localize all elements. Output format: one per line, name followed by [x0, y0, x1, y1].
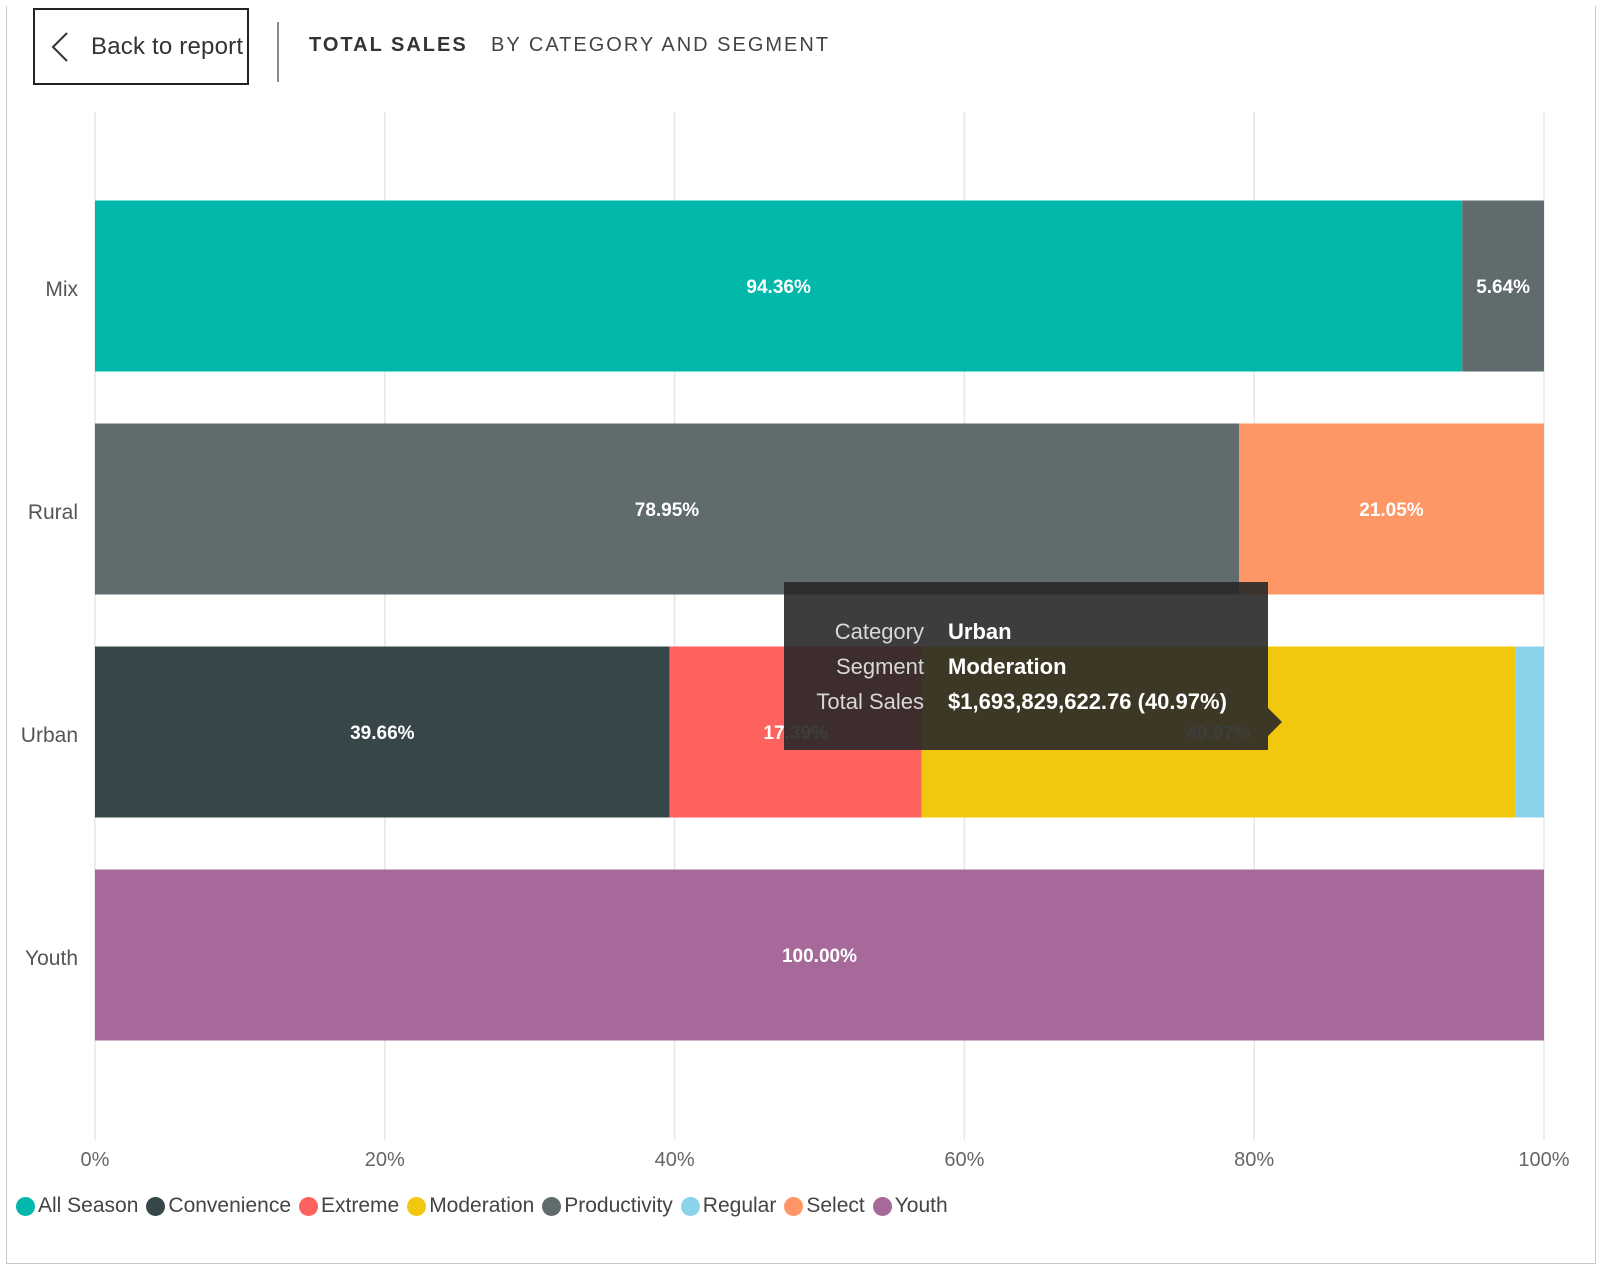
tooltip-key: Total Sales	[816, 689, 924, 714]
data-label: 5.64%	[1476, 277, 1530, 298]
legend-label: Select	[806, 1194, 865, 1217]
tooltip-key: Category	[834, 619, 924, 644]
tooltip-row-segment: Segment Moderation	[784, 654, 1268, 684]
legend-item[interactable]: Extreme	[299, 1194, 399, 1218]
legend-label: Moderation	[429, 1194, 535, 1217]
tooltip-value: Moderation	[948, 654, 1067, 679]
data-label: 100.00%	[782, 946, 857, 967]
x-tick-label: 80%	[1234, 1149, 1274, 1171]
data-label: 21.05%	[1359, 500, 1424, 521]
legend-item[interactable]: Productivity	[542, 1194, 673, 1218]
y-category-label: Mix	[45, 278, 78, 301]
x-tick-label: 0%	[81, 1149, 110, 1171]
x-tick-label: 60%	[944, 1149, 984, 1171]
chart-legend: All Season Convenience Extreme Moderation Pr…	[16, 1194, 956, 1218]
tooltip-row-category: Category Urban	[784, 619, 1268, 649]
tooltip-value: Urban	[948, 619, 1012, 644]
y-category-label: Rural	[28, 501, 78, 524]
legend-label: Convenience	[168, 1194, 291, 1217]
legend-swatch	[784, 1196, 804, 1216]
y-category-label: Youth	[25, 947, 78, 970]
tooltip-value: $1,693,829,622.76 (40.97%)	[948, 689, 1227, 714]
legend-item[interactable]: Youth	[872, 1194, 948, 1218]
x-tick-label: 100%	[1518, 1149, 1569, 1171]
legend-label: Regular	[702, 1194, 777, 1217]
tooltip-arrow	[1268, 708, 1282, 736]
legend-swatch	[146, 1196, 166, 1216]
legend-label: All Season	[38, 1194, 139, 1217]
x-tick-label: 40%	[655, 1149, 695, 1171]
x-tick-label: 20%	[365, 1149, 405, 1171]
legend-label: Extreme	[321, 1194, 400, 1217]
data-label: 78.95%	[635, 500, 700, 521]
legend-swatch	[542, 1196, 562, 1216]
bar-segment	[1515, 646, 1544, 818]
legend-label: Productivity	[564, 1194, 673, 1217]
tooltip-key: Segment	[835, 654, 924, 679]
legend-item[interactable]: Convenience	[146, 1194, 291, 1218]
data-label: 94.36%	[746, 277, 811, 298]
data-label: 39.66%	[350, 723, 415, 744]
legend-item[interactable]: Select	[784, 1194, 865, 1218]
y-category-label: Urban	[21, 724, 78, 747]
legend-label: Youth	[894, 1194, 948, 1217]
legend-swatch	[872, 1196, 892, 1216]
legend-swatch	[299, 1196, 318, 1216]
legend-item[interactable]: Moderation	[407, 1194, 534, 1218]
tooltip-row-total-sales: Total Sales $1,693,829,622.76 (40.97%)	[784, 689, 1268, 719]
legend-swatch	[407, 1196, 427, 1216]
legend-item[interactable]: All Season	[16, 1194, 138, 1218]
legend-swatch	[680, 1196, 700, 1216]
legend-swatch	[16, 1196, 35, 1216]
chart-tooltip: Category Urban Segment Moderation Total …	[784, 582, 1282, 750]
legend-item[interactable]: Regular	[680, 1194, 777, 1218]
